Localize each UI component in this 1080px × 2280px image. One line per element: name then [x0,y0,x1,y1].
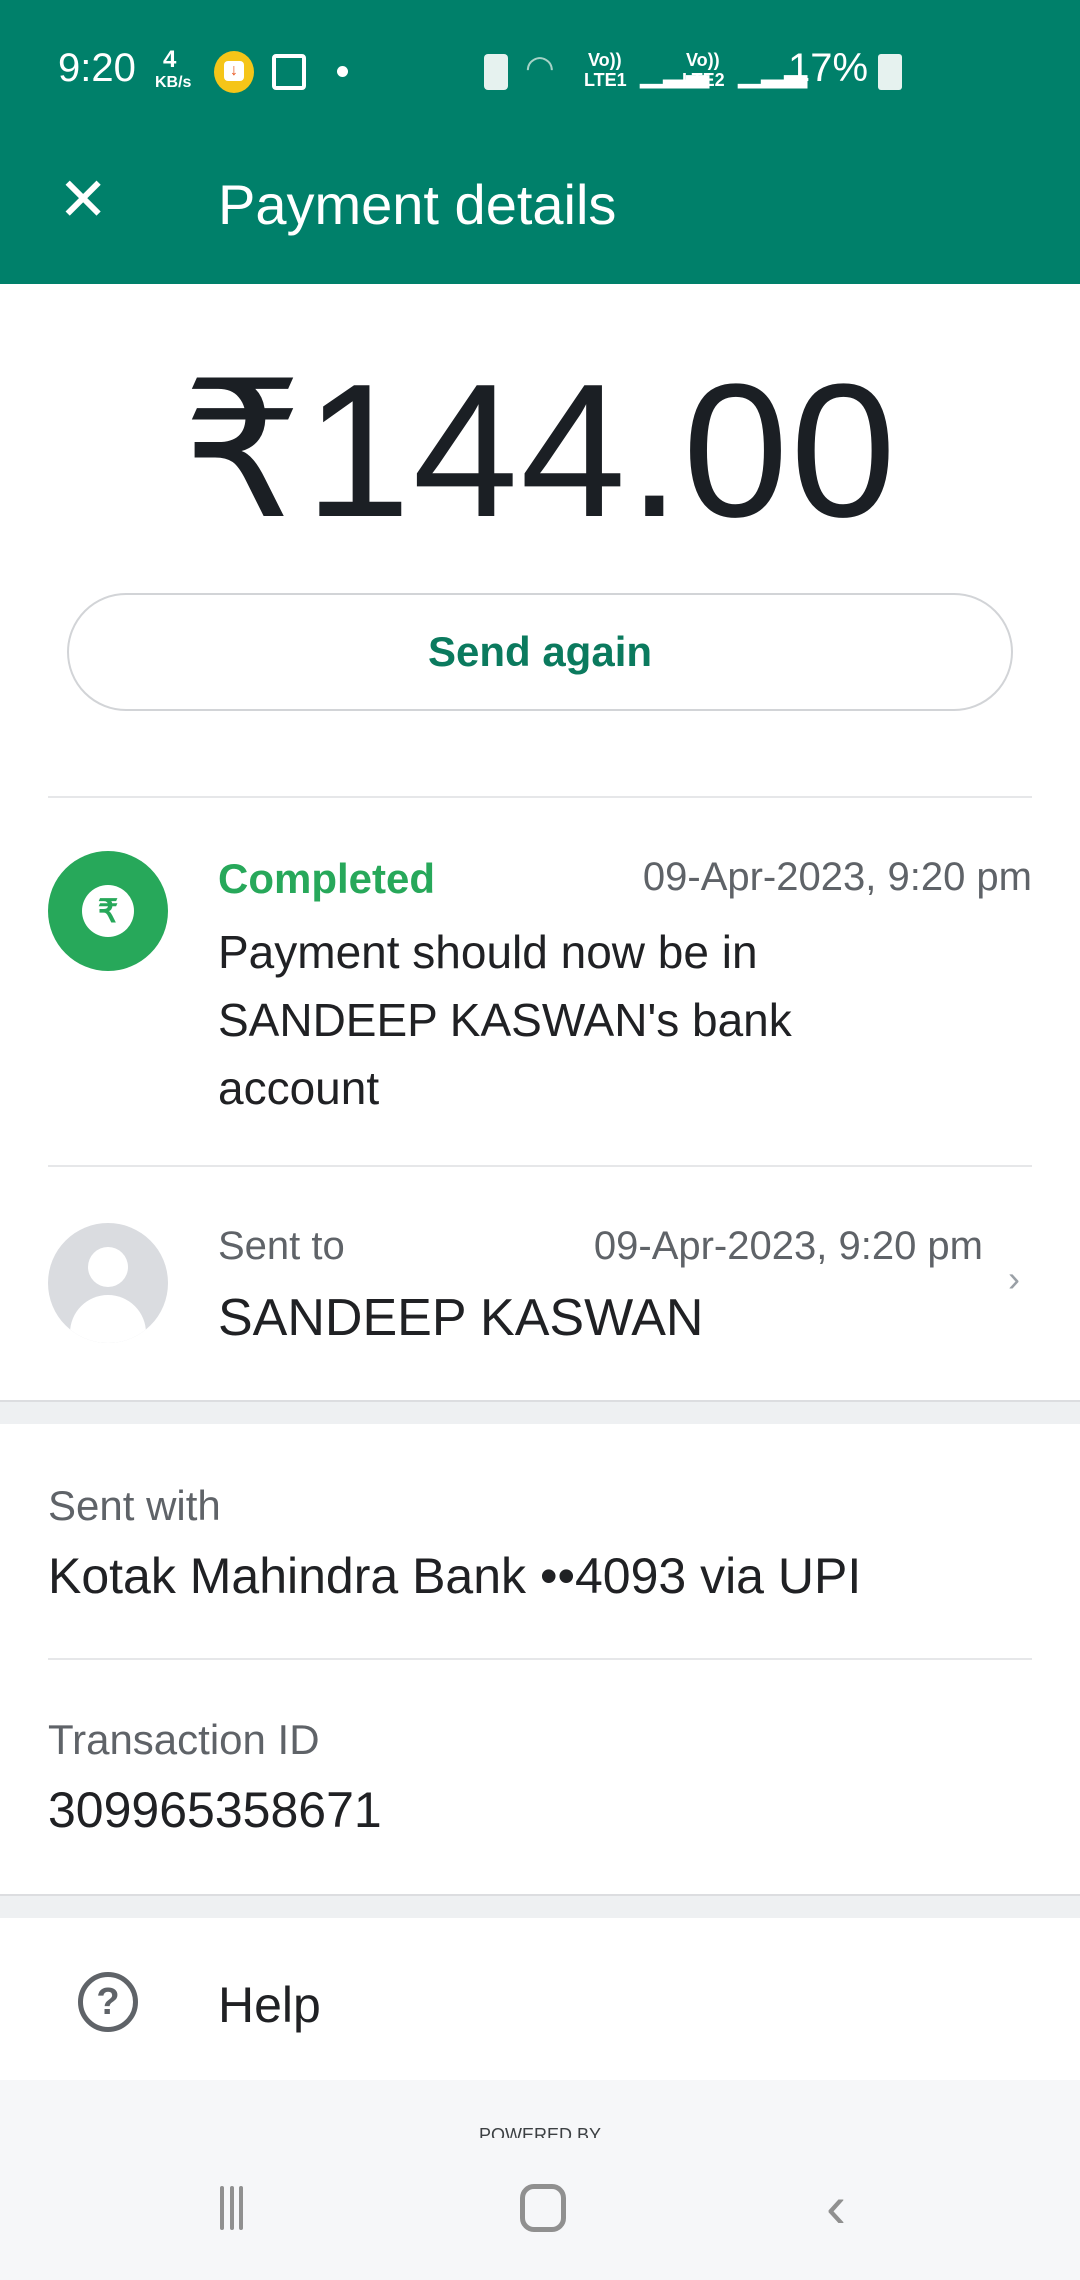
net-speed-value: 4 [163,46,177,73]
home-icon[interactable] [520,2184,566,2232]
status-message-line: account [218,1062,380,1114]
wifi-icon: ◠ [525,49,555,87]
divider [48,1165,1032,1167]
battery-saver-icon [484,54,508,90]
rupee-icon: ₹ [82,885,134,937]
volte2-label: Vo)) [686,50,720,70]
help-icon: ? [78,1972,138,2032]
net-speed-unit: KB/s [155,74,192,91]
powered-by-label: POWERED BY [478,2125,602,2138]
notification-dot-icon [337,66,348,77]
sim1-label: LTE1 [584,70,627,90]
recipient-name: SANDEEP KASWAN [218,1289,704,1347]
transaction-id-label: Transaction ID [48,1716,320,1763]
download-notification-icon: ↓ [214,51,254,93]
page-title: Payment details [218,173,617,236]
footer: POWERED BY ‹ [0,2080,1080,2280]
volte1-label: Vo)) [588,50,622,70]
help-label: Help [218,1977,321,2033]
recipient-row[interactable]: Sent to 09-Apr-2023, 9:20 pm SANDEEP KAS… [0,1168,1080,1398]
status-message: Payment should now be in SANDEEP KASWAN'… [218,918,792,1122]
section-separator [0,1894,1080,1918]
chevron-right-icon: › [1008,1258,1020,1299]
gallery-icon [272,54,306,90]
section-separator [0,1400,1080,1424]
close-icon[interactable]: ✕ [58,170,108,230]
app-header: 9:20 4 KB/s ↓ ◠ Vo)) LTE1 ▁▂▃ Vo)) LTE2 … [0,0,1080,284]
battery-icon [878,54,902,90]
status-message-line: Payment should now be in [218,926,758,978]
help-row[interactable]: ? Help [0,1920,1080,2080]
sent-to-label: Sent to [218,1224,345,1268]
status-time: 9:20 [58,46,136,90]
back-icon[interactable]: ‹ [826,2172,846,2242]
divider [48,796,1032,798]
status-label: Completed [218,855,436,902]
payment-amount: ₹144.00 [181,345,899,557]
transaction-id-value: 309965358671 [48,1782,382,1838]
status-date: 09-Apr-2023, 9:20 pm [642,855,1032,899]
sim2-label: LTE2 [682,70,725,90]
send-again-button[interactable]: Send again [67,593,1013,711]
battery-percent: 17% [788,46,869,90]
status-message-line: SANDEEP KASWAN's bank [218,994,792,1046]
sent-with-value: Kotak Mahindra Bank ••4093 via UPI [48,1548,862,1604]
completed-status-icon: ₹ [48,851,168,971]
sent-with-label: Sent with [48,1482,221,1529]
avatar [48,1223,168,1343]
divider [48,1658,1032,1660]
sent-to-date: 09-Apr-2023, 9:20 pm [593,1224,983,1268]
recent-apps-icon[interactable] [218,2186,264,2232]
